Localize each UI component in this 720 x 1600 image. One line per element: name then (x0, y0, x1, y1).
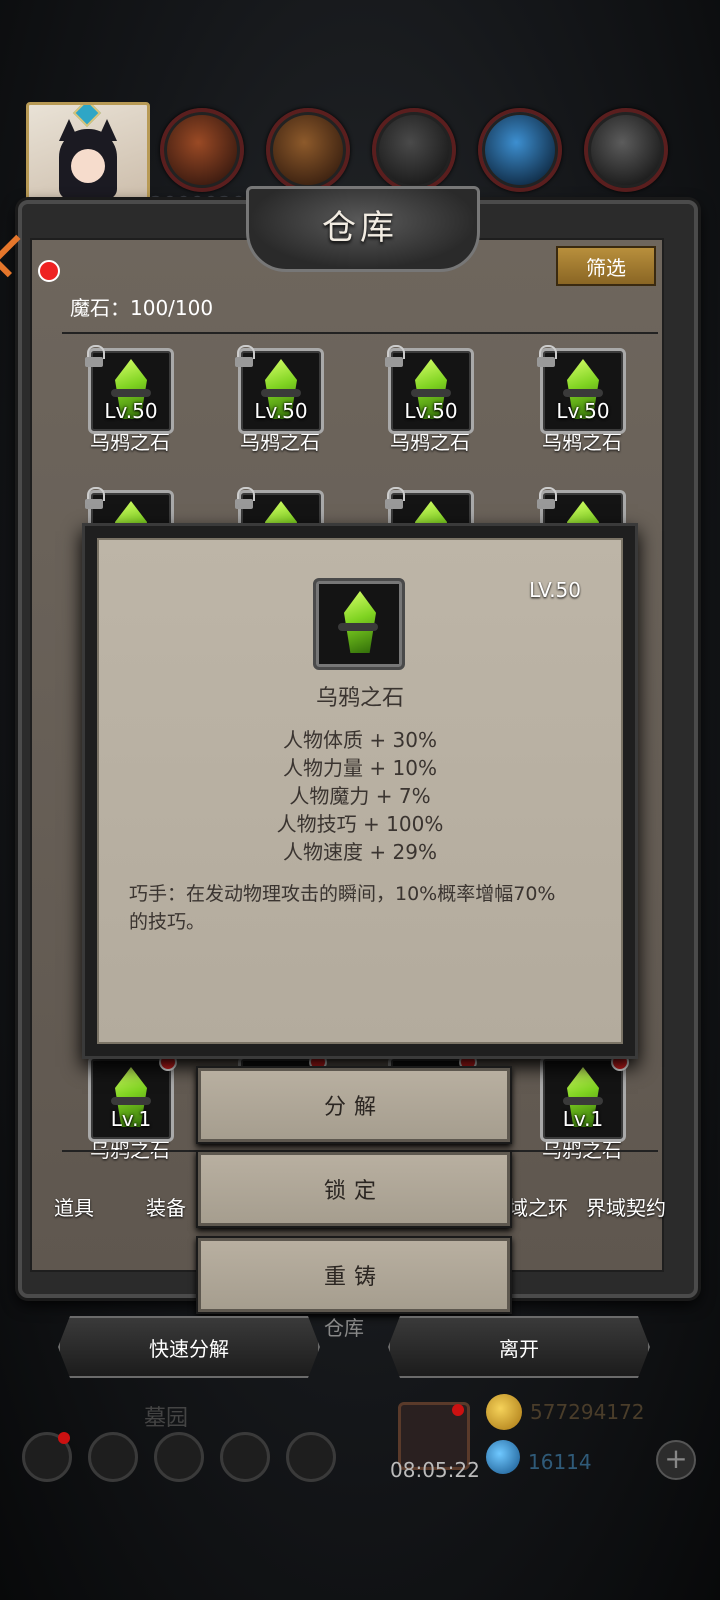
gold-coin-icon (486, 1394, 522, 1430)
lock-icon (385, 345, 405, 367)
notification-dot (38, 260, 60, 282)
grid-item[interactable]: Lv.50 乌鸦之石 (235, 345, 324, 455)
ore-icon[interactable] (160, 108, 244, 192)
crystal-band (563, 389, 603, 397)
avatar-ear-right (97, 119, 117, 141)
item-level: Lv.50 (556, 399, 610, 423)
avatar-ear-left (59, 119, 79, 141)
item-detail-popup: LV.50 乌鸦之石 人物体质 + 30% 人物力量 + 10% 人物魔力 + … (82, 523, 638, 1059)
add-currency-button[interactable]: + (656, 1440, 696, 1480)
item-level: Lv.1 (110, 1107, 152, 1131)
item-slot[interactable]: Lv.1 (540, 1053, 629, 1142)
tab-domain-contract[interactable]: 界域契约 (586, 1192, 666, 1221)
stat-constitution: 人物体质 + 30% (283, 728, 437, 752)
grid-item[interactable]: Lv.1 乌鸦之石 (540, 1053, 629, 1163)
notification-dot (452, 1404, 464, 1416)
lock-icon (537, 487, 557, 509)
detail-item-name: 乌鸦之石 (315, 686, 404, 711)
grid-item[interactable]: Lv.50 乌鸦之石 (537, 345, 626, 455)
popup-parchment: LV.50 乌鸦之石 人物体质 + 30% 人物力量 + 10% 人物魔力 + … (97, 538, 623, 1044)
gift-timer: 08:05:22 (390, 1458, 480, 1482)
crystal-band (563, 1097, 603, 1105)
filter-button[interactable]: 筛选 (556, 246, 656, 286)
item-slot[interactable]: Lv.50 (85, 345, 174, 434)
detail-level: LV.50 (529, 578, 581, 602)
crystal-icon[interactable] (478, 108, 562, 192)
leave-button[interactable]: 离开 (388, 1316, 650, 1378)
stat-strength: 人物力量 + 10% (283, 756, 437, 780)
tab-items[interactable]: 道具 (54, 1192, 94, 1221)
book-icon[interactable] (154, 1432, 204, 1482)
stat-magic: 人物魔力 + 7% (289, 784, 431, 808)
item-level: Lv.50 (404, 399, 458, 423)
ingot-icon[interactable] (584, 108, 668, 192)
crow-stone-icon (344, 591, 376, 653)
grid-item[interactable]: Lv.50 乌鸦之石 (385, 345, 474, 455)
tab-domain-ring[interactable]: 域之环 (508, 1192, 568, 1221)
divider (62, 332, 658, 334)
item-slot[interactable]: Lv.50 (537, 345, 626, 434)
magic-stone-capacity: 魔石：100/100 (70, 296, 214, 320)
guild-icon[interactable] (286, 1432, 336, 1482)
wood-icon[interactable] (266, 108, 350, 192)
grid-item[interactable]: Lv.1 乌鸦之石 (88, 1053, 177, 1163)
gold-amount: 577294172 (530, 1400, 645, 1424)
item-level: Lv.50 (254, 399, 308, 423)
lock-icon (537, 345, 557, 367)
gem-icon (486, 1440, 520, 1474)
detail-item-slot (313, 578, 405, 670)
notification-dot (58, 1432, 70, 1444)
gem-amount: 16114 (528, 1450, 592, 1474)
reforge-button[interactable]: 重铸 (196, 1236, 512, 1314)
item-slot[interactable]: Lv.50 (235, 345, 324, 434)
stat-skill: 人物技巧 + 100% (276, 812, 444, 836)
crystal-band (111, 389, 151, 397)
crystal-band (411, 389, 451, 397)
item-level: Lv.50 (104, 399, 158, 423)
crystal-band (261, 389, 301, 397)
stat-speed: 人物速度 + 29% (283, 840, 437, 864)
item-slot[interactable]: Lv.1 (88, 1053, 177, 1142)
lock-icon (85, 487, 105, 509)
iron-icon[interactable] (372, 108, 456, 192)
stat-list: 人物体质 + 30% 人物力量 + 10% 人物魔力 + 7% 人物技巧 + 1… (99, 726, 621, 866)
crystal-band (111, 1097, 151, 1105)
decompose-button[interactable]: 分解 (196, 1066, 512, 1144)
avatar-face (71, 149, 105, 183)
grid-item[interactable]: Lv.50 乌鸦之石 (85, 345, 174, 455)
item-level: Lv.1 (562, 1107, 604, 1131)
skill-description: 巧手：在发动物理攻击的瞬间，10%概率增幅70%的技巧。 (129, 883, 556, 933)
tab-equipment[interactable]: 装备 (146, 1192, 186, 1221)
crystal-band (338, 623, 378, 631)
lock-button[interactable]: 锁定 (196, 1150, 512, 1228)
quick-decompose-button[interactable]: 快速分解 (58, 1316, 320, 1378)
lock-icon (85, 345, 105, 367)
mail-icon[interactable] (220, 1432, 270, 1482)
lock-icon (385, 487, 405, 509)
helmet-icon[interactable] (88, 1432, 138, 1482)
lock-icon (235, 345, 255, 367)
warehouse-label: 仓库 (324, 1316, 364, 1340)
item-slot[interactable]: Lv.50 (385, 345, 474, 434)
lock-icon (235, 487, 255, 509)
panel-title: 仓库 (322, 208, 398, 248)
location-label: 墓园 (144, 1406, 189, 1431)
